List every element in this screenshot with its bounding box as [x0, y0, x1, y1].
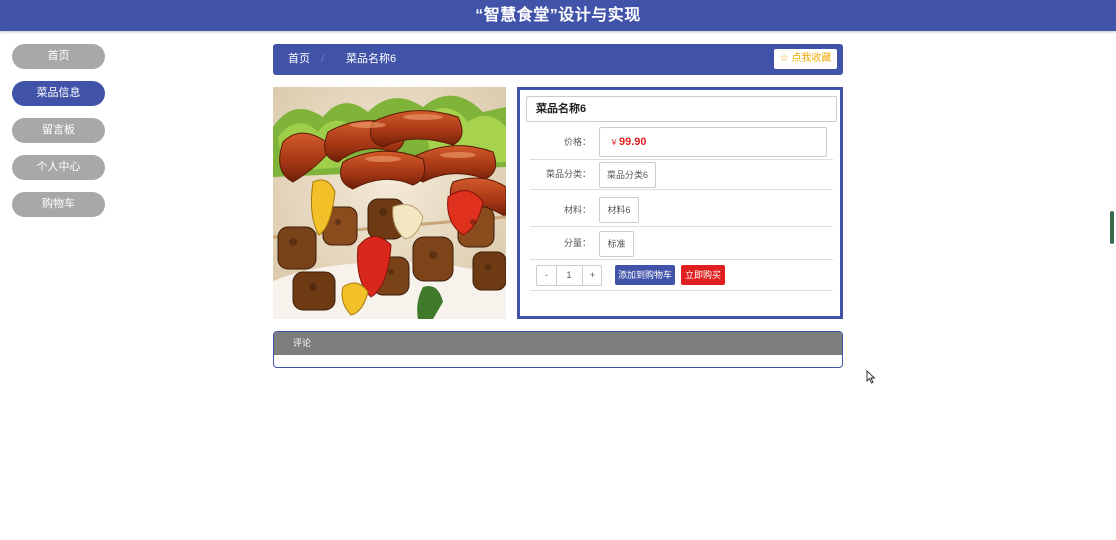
- mouse-pointer-icon: [866, 370, 876, 384]
- sidebar-item-dish-info[interactable]: 菜品信息: [12, 81, 105, 106]
- price-value: 99.90: [619, 136, 647, 148]
- sidebar-item-personal-center[interactable]: 个人中心: [12, 155, 105, 180]
- comments-header: 评论: [274, 332, 842, 355]
- price-row: 价格： ￥99.90: [530, 126, 833, 160]
- category-value: 菜品分类6: [599, 162, 656, 188]
- quantity-increase-button[interactable]: +: [582, 266, 602, 285]
- app-title-bar: “智慧食堂”设计与实现: [0, 0, 1116, 31]
- quantity-stepper: - 1 +: [536, 265, 602, 286]
- quantity-input[interactable]: 1: [557, 266, 581, 285]
- portion-value: 标准: [599, 231, 634, 257]
- add-to-cart-button[interactable]: 添加到购物车: [615, 265, 675, 285]
- breadcrumb-current: 菜品名称6: [346, 53, 397, 65]
- material-label: 材料：: [563, 205, 591, 215]
- comments-title: 评论: [293, 338, 312, 348]
- category-row: 菜品分类： 菜品分类6: [530, 160, 833, 190]
- price-label: 价格：: [563, 137, 591, 147]
- buy-now-button[interactable]: 立即购买: [681, 265, 725, 285]
- quantity-decrease-button[interactable]: -: [537, 266, 557, 285]
- product-info-panel: 菜品名称6 价格： ￥99.90 菜品分类： 菜品分类6 材料： 材料6 分量：…: [517, 87, 843, 319]
- portion-label: 分量：: [563, 238, 591, 248]
- sidebar-item-message-board[interactable]: 留言板: [12, 118, 105, 143]
- price-value-box: ￥99.90: [599, 127, 827, 157]
- scrollbar-thumb[interactable]: [1110, 211, 1114, 244]
- category-label: 菜品分类：: [545, 169, 591, 179]
- breadcrumb-home-link[interactable]: 首页: [288, 44, 310, 75]
- product-name: 菜品名称6: [526, 96, 837, 122]
- actions-divider: [530, 289, 833, 291]
- app-title: “智慧食堂”设计与实现: [475, 7, 641, 24]
- favorite-button-label: ☆ 点我收藏: [779, 53, 832, 64]
- grilled-sausage-kebab-image: [273, 87, 506, 319]
- comments-panel: 评论: [273, 331, 843, 368]
- sidebar: 首页 菜品信息 留言板 个人中心 购物车: [12, 44, 105, 229]
- breadcrumb-separator: /: [321, 53, 325, 65]
- dish-photo: [273, 87, 506, 319]
- sidebar-item-shopping-cart[interactable]: 购物车: [12, 192, 105, 217]
- portion-row: 分量： 标准: [530, 228, 833, 260]
- breadcrumb: 首页 / 菜品名称6 ☆ 点我收藏: [273, 44, 843, 75]
- material-row: 材料： 材料6: [530, 194, 833, 227]
- material-value: 材料6: [599, 197, 639, 223]
- favorite-button[interactable]: ☆ 点我收藏: [774, 49, 837, 69]
- sidebar-item-home[interactable]: 首页: [12, 44, 105, 69]
- currency-symbol: ￥: [610, 138, 618, 147]
